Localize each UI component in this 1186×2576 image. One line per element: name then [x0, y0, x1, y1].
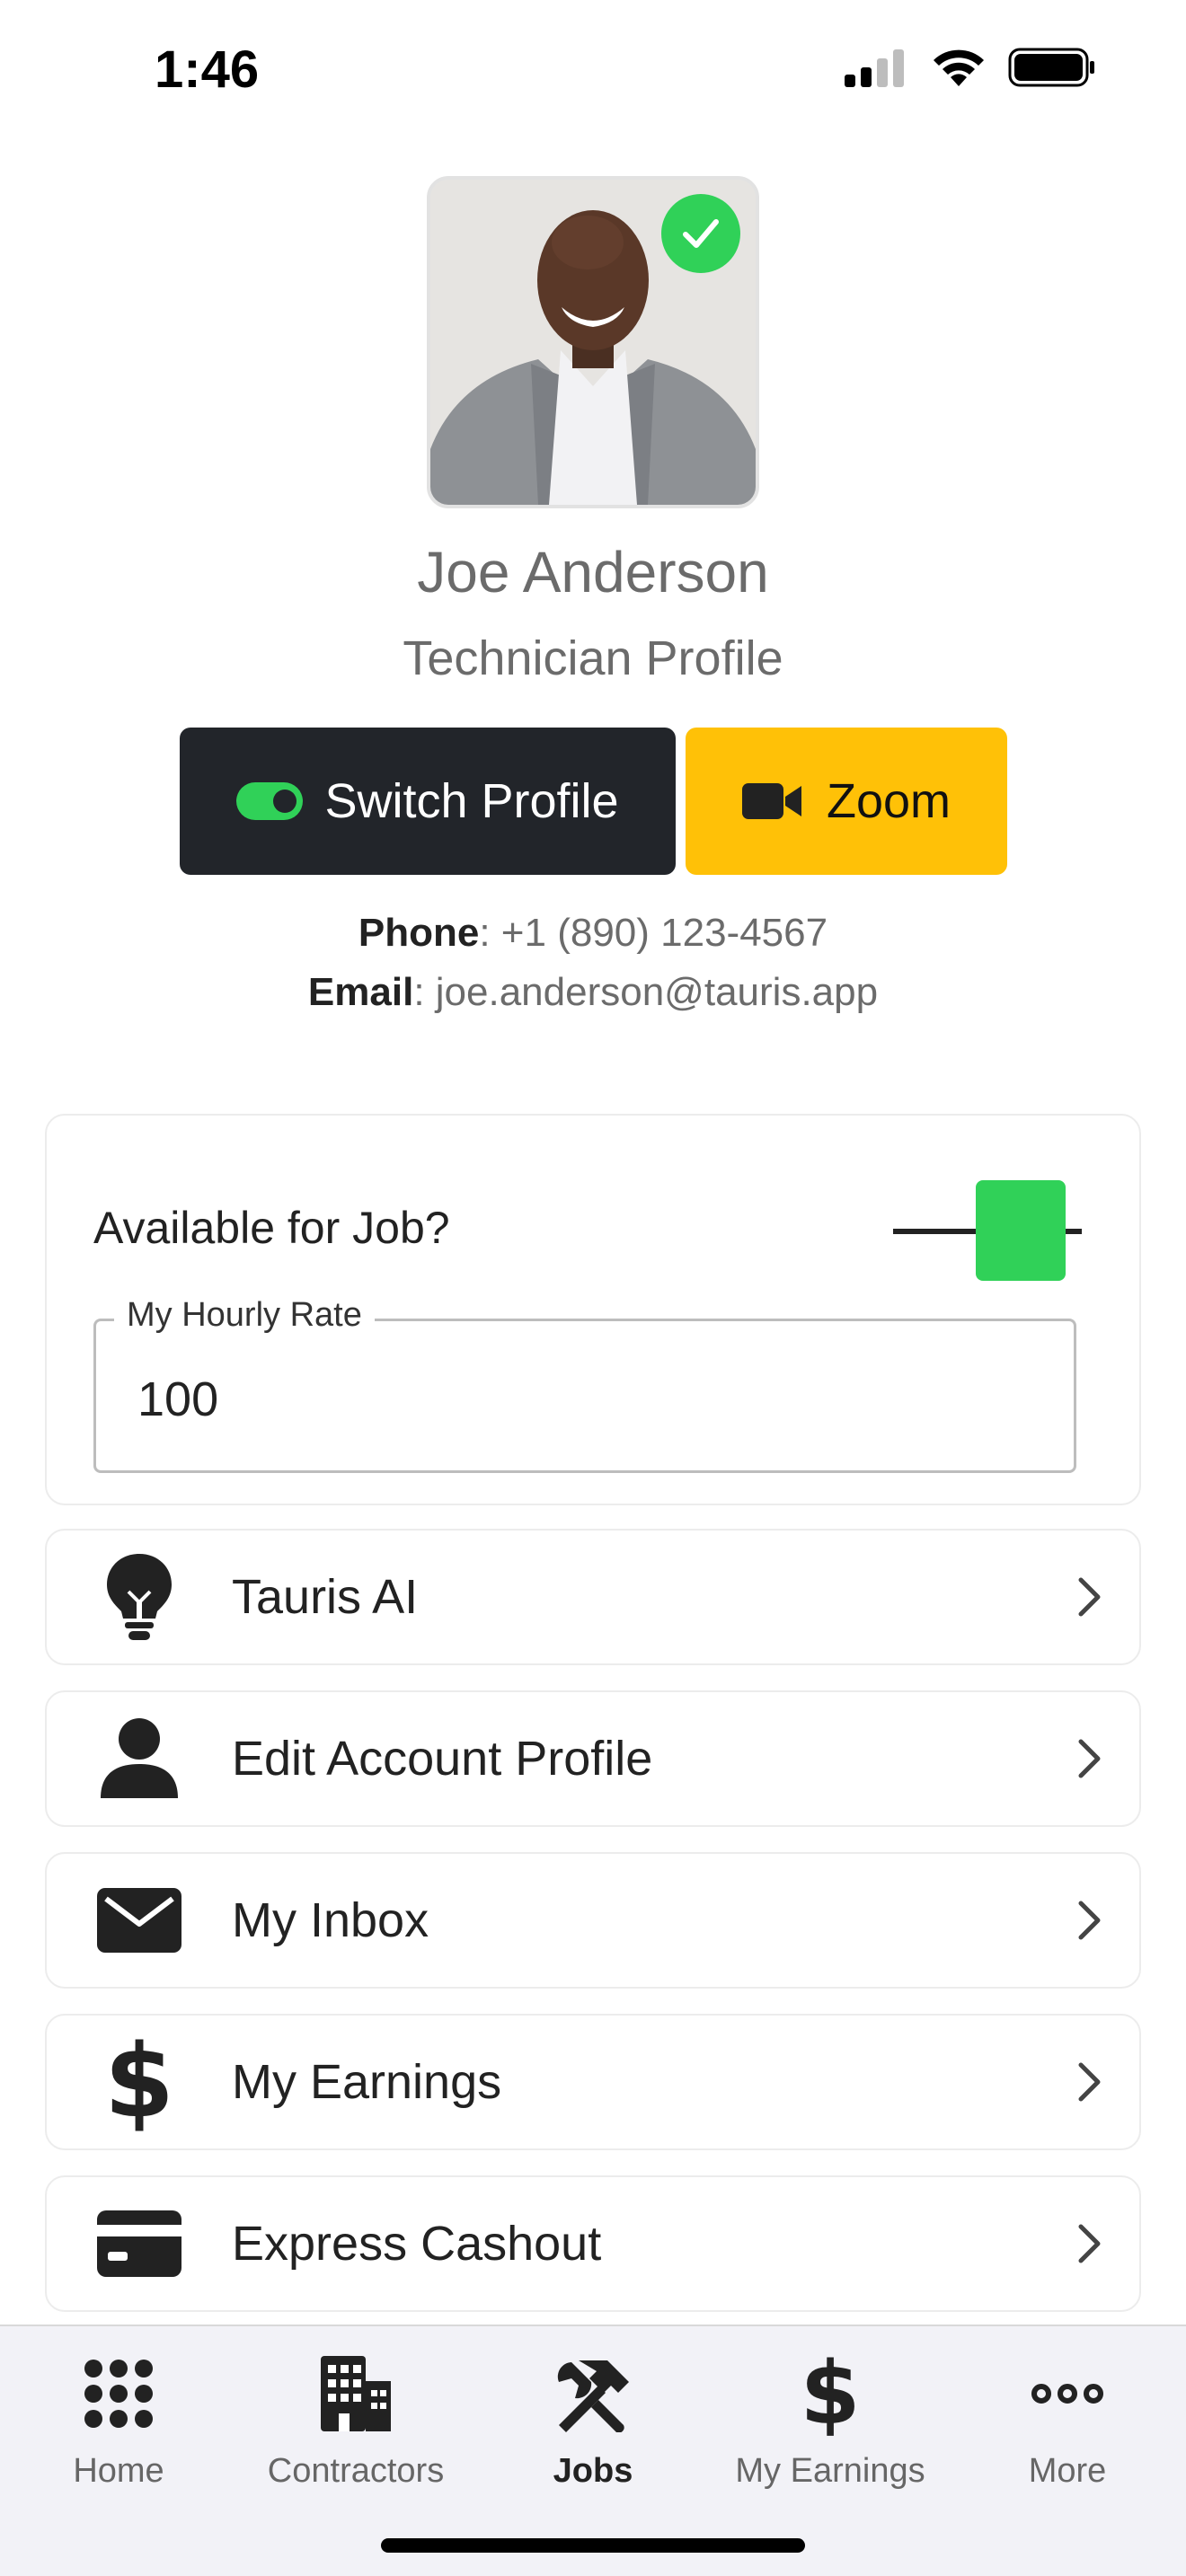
video-camera-icon: [741, 783, 801, 819]
chevron-right-icon: [1040, 1738, 1139, 1779]
tab-my-earnings[interactable]: $ My Earnings: [712, 2344, 949, 2491]
envelope-icon: [47, 1888, 232, 1953]
tab-more[interactable]: More: [949, 2344, 1186, 2491]
tab-contractors[interactable]: Contractors: [237, 2344, 474, 2491]
tab-home[interactable]: Home: [0, 2344, 237, 2491]
phone-label: Phone: [358, 911, 480, 955]
credit-card-icon: [47, 2210, 232, 2277]
tab-label: More: [1028, 2452, 1107, 2490]
email-line: Email: joe.anderson@tauris.app: [0, 970, 1186, 1015]
signal-icon: [845, 49, 904, 87]
hourly-rate-field[interactable]: My Hourly Rate 100: [93, 1296, 1076, 1473]
menu-label: Express Cashout: [232, 2217, 602, 2271]
status-icons: [845, 47, 1096, 88]
profile-name: Joe Anderson: [417, 540, 769, 604]
menu-item-my-inbox[interactable]: My Inbox: [45, 1852, 1141, 1989]
phone-value[interactable]: : +1 (890) 123-4567: [479, 911, 828, 955]
chevron-right-icon: [1040, 1576, 1139, 1618]
availability-label: Available for Job?: [93, 1203, 450, 1253]
tab-label: Jobs: [553, 2452, 633, 2490]
menu-item-tauris-ai[interactable]: Tauris AI: [45, 1529, 1141, 1665]
menu-label: My Earnings: [232, 2055, 502, 2109]
switch-profile-label: Switch Profile: [324, 774, 619, 828]
chevron-right-icon: [1040, 2223, 1139, 2264]
menu-item-express-cashout[interactable]: Express Cashout: [45, 2175, 1141, 2312]
chevron-right-icon: [1040, 1900, 1139, 1941]
tab-jobs[interactable]: Jobs: [474, 2344, 712, 2491]
wifi-icon: [934, 49, 984, 86]
battery-icon: [1008, 48, 1094, 87]
dollar-icon: $: [800, 2343, 861, 2444]
zoom-label: Zoom: [826, 774, 951, 828]
person-icon: [47, 1717, 232, 1800]
profile-role: Technician Profile: [403, 631, 783, 685]
tab-label: Home: [73, 2452, 164, 2490]
ellipsis-icon: [1031, 2344, 1104, 2443]
tab-label: Contractors: [267, 2452, 445, 2490]
phone-line: Phone: +1 (890) 123-4567: [0, 911, 1186, 956]
grid-dots-icon: [84, 2344, 154, 2443]
menu-item-edit-account-profile[interactable]: Edit Account Profile: [45, 1690, 1141, 1827]
home-indicator[interactable]: [381, 2538, 805, 2553]
tab-label: My Earnings: [735, 2452, 925, 2490]
availability-card: Available for Job? My Hourly Rate 100: [45, 1114, 1141, 1505]
switch-profile-button[interactable]: Switch Profile: [180, 728, 676, 875]
verified-check-icon: [661, 194, 740, 273]
hourly-rate-label: My Hourly Rate: [114, 1296, 375, 1335]
tools-icon: [552, 2344, 634, 2443]
zoom-button[interactable]: Zoom: [686, 728, 1007, 875]
hourly-rate-input[interactable]: 100: [137, 1372, 218, 1427]
email-label: Email: [307, 970, 414, 1014]
toggle-icon: [236, 782, 304, 820]
menu-label: Edit Account Profile: [232, 1732, 653, 1786]
email-value[interactable]: : joe.anderson@tauris.app: [413, 970, 878, 1014]
menu-label: My Inbox: [232, 1893, 429, 1947]
dollar-icon: $: [104, 2024, 174, 2140]
chevron-right-icon: [1040, 2061, 1139, 2103]
menu-item-my-earnings[interactable]: $ My Earnings: [45, 2014, 1141, 2150]
lightbulb-icon: [47, 1552, 232, 1642]
status-time: 1:46: [155, 40, 260, 99]
menu-label: Tauris AI: [232, 1570, 419, 1624]
building-icon: [319, 2344, 393, 2443]
availability-switch-knob[interactable]: [976, 1180, 1066, 1281]
